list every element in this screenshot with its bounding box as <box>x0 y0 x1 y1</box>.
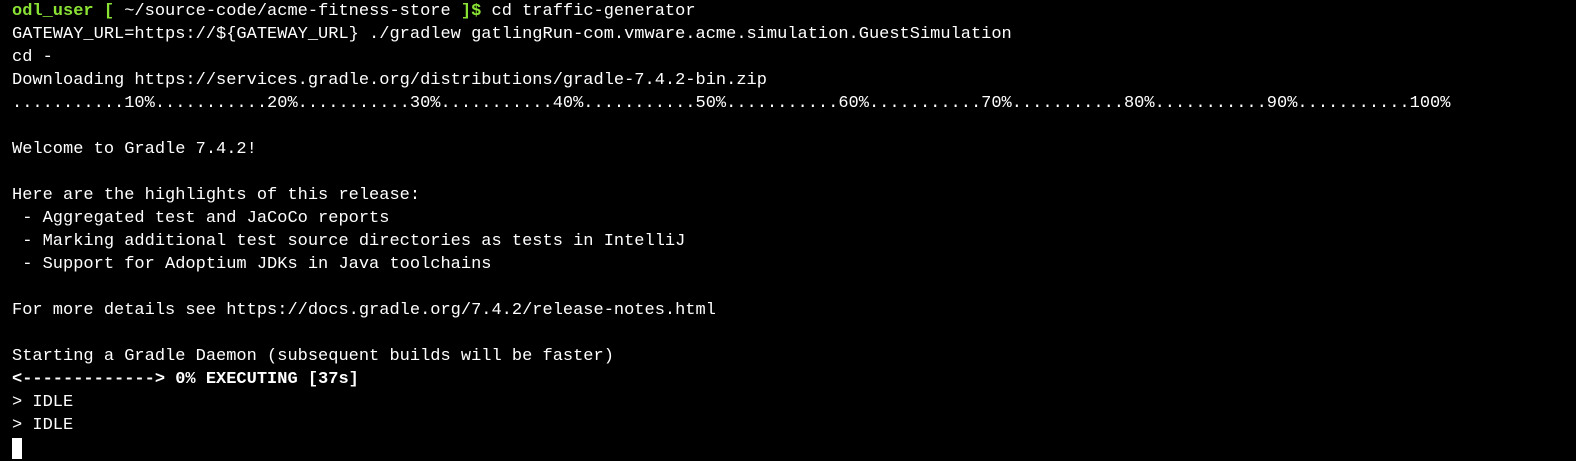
output-line: Downloading https://services.gradle.org/… <box>12 71 767 90</box>
prompt-open-bracket: [ <box>103 2 115 21</box>
output-line: Starting a Gradle Daemon (subsequent bui… <box>12 347 614 366</box>
output-line: cd - <box>12 48 53 67</box>
output-line: For more details see https://docs.gradle… <box>12 301 716 320</box>
text-cursor[interactable] <box>12 438 22 459</box>
idle-status-line: > IDLE <box>12 416 74 435</box>
output-line: Here are the highlights of this release: <box>12 186 421 205</box>
download-progress-line: ...........10%...........20%...........3… <box>12 94 1451 113</box>
cursor-line <box>12 437 1576 460</box>
prompt-line: odl_user [ ~/source-code/acme-fitness-st… <box>12 0 1576 23</box>
idle-status-line: > IDLE <box>12 393 74 412</box>
output-line: - Marking additional test source directo… <box>12 232 686 251</box>
terminal-window[interactable]: odl_user [ ~/source-code/acme-fitness-st… <box>0 0 1576 461</box>
prompt-close-bracket: ]$ <box>460 2 482 21</box>
prompt-path: ~/source-code/acme-fitness-store <box>124 2 451 21</box>
output-line: - Support for Adoptium JDKs in Java tool… <box>12 255 492 274</box>
prompt-user: odl_user <box>12 2 94 21</box>
prompt-command: cd traffic-generator <box>491 2 696 21</box>
output-line: - Aggregated test and JaCoCo reports <box>12 209 390 228</box>
output-line: GATEWAY_URL=https://${GATEWAY_URL} ./gra… <box>12 25 1012 44</box>
output-line: Welcome to Gradle 7.4.2! <box>12 140 257 159</box>
executing-progress-line: <-------------> 0% EXECUTING [37s] <box>12 370 359 389</box>
